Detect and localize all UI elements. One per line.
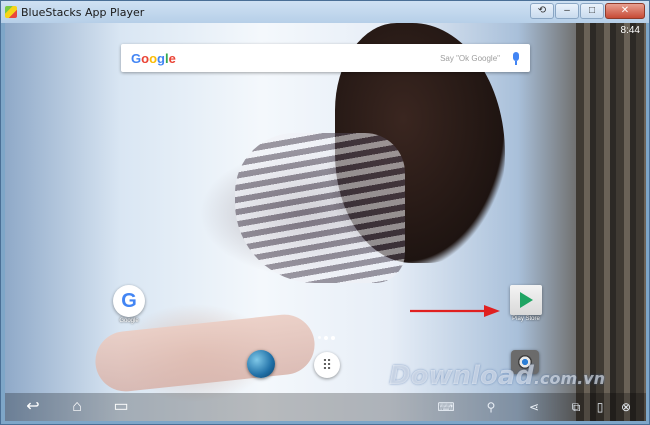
share-icon[interactable]: ⋖ [525, 398, 543, 416]
browser-globe-icon [247, 350, 275, 378]
google-logo-letter: e [168, 50, 176, 66]
window-title: BlueStacks App Player [21, 5, 145, 19]
wallpaper-figure-arm [92, 311, 318, 395]
google-logo: Google [131, 51, 176, 66]
app-play-store[interactable]: Play Store [508, 285, 544, 322]
page-indicator [318, 336, 335, 340]
microphone-icon[interactable] [512, 51, 520, 65]
status-clock: 8:44 [620, 25, 640, 36]
minimize-button[interactable]: – [555, 3, 579, 19]
location-icon[interactable]: ⚲ [482, 398, 500, 416]
page-dot [318, 336, 321, 339]
watermark-suffix: .com.vn [533, 369, 606, 388]
download-watermark: Download.com.vn [389, 361, 605, 391]
google-logo-letter: o [149, 50, 158, 66]
recent-apps-icon[interactable]: ▭ [109, 397, 133, 417]
watermark-text: Download [389, 361, 534, 391]
app-google[interactable]: Google [112, 285, 146, 324]
google-icon [113, 285, 145, 317]
voice-search-hint: Say "Ok Google" [440, 53, 500, 63]
close-button[interactable]: ✕ [605, 3, 645, 19]
page-dot [324, 336, 328, 340]
back-rotate-button[interactable]: ⟲ [530, 3, 554, 19]
title-bar[interactable]: BlueStacks App Player ⟲ – □ ✕ [1, 1, 649, 23]
page-dot [331, 336, 335, 340]
bluestacks-logo-icon [5, 6, 17, 18]
navigation-bar: ↩ ⌂ ▭ ⌨ ⚲ ⋖ ⧉ ▯ ⊗ [5, 393, 646, 421]
app-label-google: Google [119, 318, 139, 324]
phone-icon[interactable]: ▯ [591, 398, 609, 416]
keyboard-icon[interactable]: ⌨ [437, 398, 455, 416]
android-home-screen[interactable]: 8:44 Google Say "Ok Google" Google Play … [5, 23, 646, 421]
google-logo-letter: g [157, 50, 165, 66]
red-arrow-annotation [410, 305, 500, 317]
google-logo-letter: o [141, 50, 150, 66]
google-logo-letter: G [131, 50, 142, 66]
app-browser[interactable] [246, 350, 276, 378]
home-icon[interactable]: ⌂ [65, 397, 89, 417]
app-label-play-store: Play Store [512, 316, 540, 322]
app-drawer-button[interactable] [314, 352, 340, 378]
multi-window-icon[interactable]: ⧉ [567, 398, 585, 416]
google-search-bar[interactable]: Google Say "Ok Google" [121, 44, 530, 72]
wallpaper-figure-shirt [235, 133, 405, 283]
back-icon[interactable]: ↩ [21, 397, 45, 417]
play-store-icon [510, 285, 542, 315]
bluestacks-window: BlueStacks App Player ⟲ – □ ✕ 8:44 Googl… [0, 0, 650, 425]
window-controls: ⟲ – □ ✕ [530, 3, 645, 19]
maximize-button[interactable]: □ [580, 3, 604, 19]
close-app-icon[interactable]: ⊗ [617, 398, 635, 416]
